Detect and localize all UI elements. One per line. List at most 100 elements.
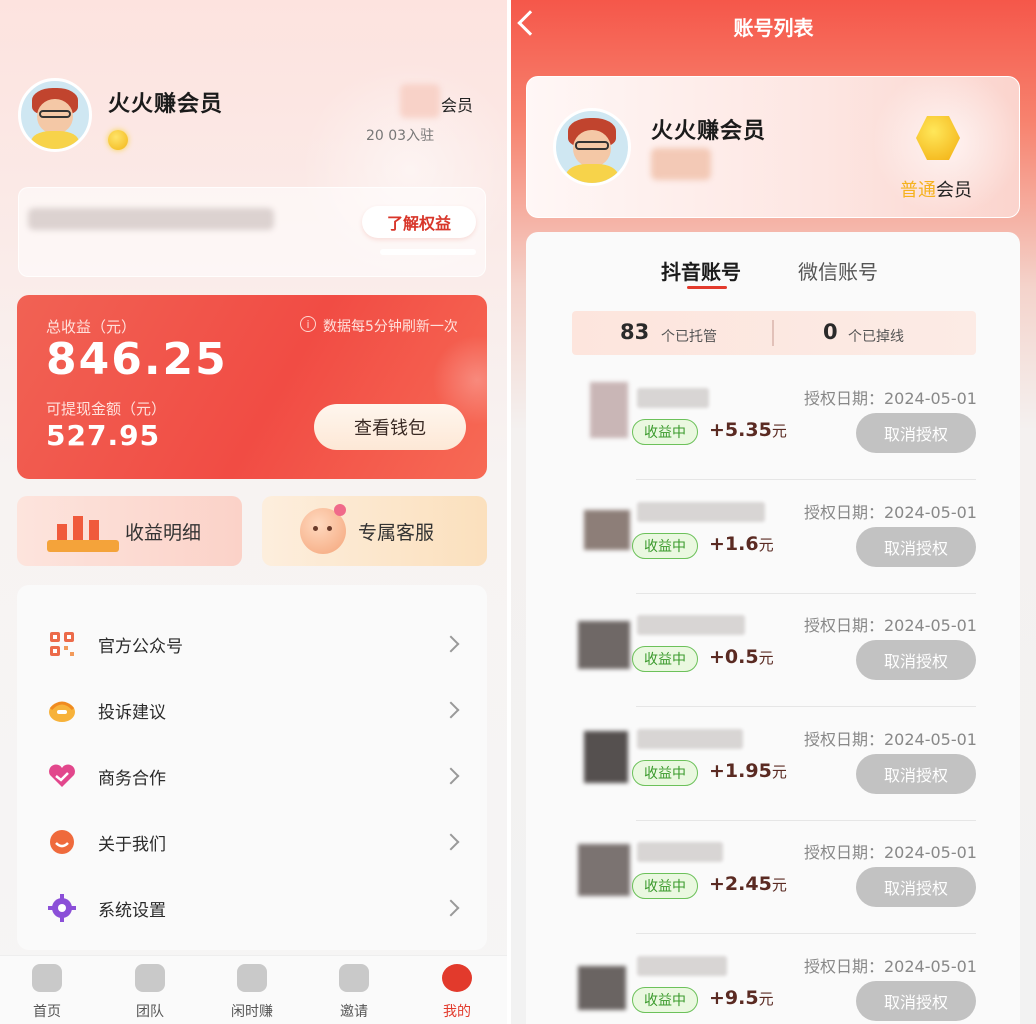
account-name-blur	[637, 729, 743, 749]
page-title: 账号列表	[733, 16, 814, 40]
account-name-blur	[637, 502, 765, 522]
menu-item-feedback[interactable]: 投诉建议	[17, 677, 487, 743]
info-icon: i	[300, 316, 316, 332]
chart-bar-icon	[47, 512, 119, 552]
chevron-right-icon	[442, 899, 460, 917]
cancel-auth-button[interactable]: 取消授权	[856, 413, 976, 453]
menu-label: 商务合作	[98, 768, 166, 789]
auth-date: 授权日期：2024-05-01	[804, 957, 977, 976]
service-mascot-icon	[300, 504, 346, 554]
auth-date: 授权日期：2024-05-01	[804, 730, 977, 749]
total-earnings-value: 846.25	[46, 334, 228, 385]
withdrawable-value: 527.95	[46, 419, 161, 452]
gear-icon	[47, 893, 77, 923]
menu-label: 官方公众号	[98, 636, 183, 657]
tab-wechat[interactable]: 微信账号	[798, 256, 878, 285]
amount: +0.5元	[709, 646, 774, 668]
earnings-detail-tile[interactable]: 收益明细	[17, 496, 242, 566]
list-item: 授权日期：2024-05-01 收益中 +0.5元 取消授权	[526, 595, 1020, 707]
menu-item-about[interactable]: 关于我们	[17, 809, 487, 875]
menu-label: 系统设置	[98, 900, 166, 921]
cancel-auth-button[interactable]: 取消授权	[856, 981, 976, 1021]
status-badge: 收益中	[632, 533, 698, 559]
chevron-right-icon	[442, 635, 460, 653]
benefits-progress	[380, 249, 476, 255]
headset-icon	[47, 695, 77, 725]
auth-date: 授权日期：2024-05-01	[804, 616, 977, 635]
list-item: 授权日期：2024-05-01 收益中 +9.5元 取消授权	[526, 936, 1020, 1024]
bag-icon	[237, 964, 267, 992]
account-name-blur	[637, 615, 745, 635]
envelope-icon	[339, 964, 369, 992]
cancel-auth-button[interactable]: 取消授权	[856, 640, 976, 680]
menu-label: 投诉建议	[98, 702, 166, 723]
screen: 火火赚会员 会员 20 03入驻 了解权益 总收益（元） i 数据每5分钟刷新一…	[0, 0, 1036, 1024]
account-thumb	[584, 731, 628, 783]
list-item: 授权日期：2024-05-01 收益中 +1.6元 取消授权	[526, 482, 1020, 594]
menu-label: 关于我们	[98, 834, 166, 855]
account-thumb	[578, 966, 626, 1010]
chevron-right-icon	[442, 701, 460, 719]
auth-date: 授权日期：2024-05-01	[804, 389, 977, 408]
tab-douyin[interactable]: 抖音账号	[661, 256, 741, 285]
tab-invite[interactable]: 邀请	[324, 964, 384, 1024]
vip-badge-icon	[108, 130, 128, 150]
earnings-detail-label: 收益明细	[125, 522, 202, 544]
account-name-blur	[637, 842, 723, 862]
dropped-count: 0	[823, 320, 838, 344]
status-badge: 收益中	[632, 419, 698, 445]
amount: +1.95元	[709, 760, 787, 782]
account-name: 火火赚会员	[651, 119, 767, 144]
refresh-note: 数据每5分钟刷新一次	[323, 319, 458, 335]
withdrawable-label: 可提现金额（元）	[46, 400, 167, 418]
menu-item-settings[interactable]: 系统设置	[17, 875, 487, 941]
list-item: 授权日期：2024-05-01 收益中 +2.45元 取消授权	[526, 822, 1020, 934]
qrcode-icon	[47, 629, 77, 659]
status-badge: 收益中	[632, 873, 698, 899]
cancel-auth-button[interactable]: 取消授权	[856, 867, 976, 907]
auth-date: 授权日期：2024-05-01	[804, 843, 977, 862]
tab-idle-earn[interactable]: 闲时赚	[222, 964, 282, 1024]
avatar[interactable]	[18, 78, 92, 152]
account-thumb	[584, 510, 630, 550]
stats-bar: 83 个已托管 0 个已掉线	[572, 311, 976, 355]
account-id-blur	[651, 148, 711, 180]
account-thumb	[578, 621, 630, 669]
join-date: 20 03入驻	[366, 128, 435, 144]
chevron-right-icon	[442, 833, 460, 851]
tab-mine[interactable]: 我的	[427, 964, 487, 1024]
cancel-auth-button[interactable]: 取消授权	[856, 754, 976, 794]
account-name-blur	[637, 956, 727, 976]
account-tier: 普通会员	[900, 180, 972, 201]
customer-service-label: 专属客服	[358, 522, 435, 544]
cancel-auth-button[interactable]: 取消授权	[856, 527, 976, 567]
account-thumb	[590, 382, 628, 438]
home-icon	[32, 964, 62, 992]
menu-item-official-account[interactable]: 官方公众号	[17, 611, 487, 677]
handshake-icon	[47, 761, 77, 791]
menu-item-business[interactable]: 商务合作	[17, 743, 487, 809]
amount: +9.5元	[709, 987, 774, 1009]
tier-blur	[400, 84, 440, 118]
view-wallet-button[interactable]: 查看钱包	[314, 404, 466, 450]
account-avatar	[553, 108, 631, 186]
bottom-tab-bar: 首页 团队 闲时赚 邀请 我的	[0, 955, 507, 1024]
dropped-label: 个已掉线	[848, 329, 904, 345]
chat-bubble-icon	[47, 827, 77, 857]
account-name-blur	[637, 388, 709, 408]
account-thumb	[578, 844, 630, 896]
customer-service-tile[interactable]: 专属客服	[262, 496, 487, 566]
user-name: 火火赚会员	[108, 92, 224, 117]
list-item: 授权日期：2024-05-01 收益中 +5.35元 取消授权	[526, 368, 1020, 480]
tab-label: 团队	[136, 1004, 164, 1020]
tab-home[interactable]: 首页	[17, 964, 77, 1024]
profile-page: 火火赚会员 会员 20 03入驻 了解权益 总收益（元） i 数据每5分钟刷新一…	[0, 0, 507, 1024]
status-badge: 收益中	[632, 760, 698, 786]
tab-team[interactable]: 团队	[120, 964, 180, 1024]
amount: +1.6元	[709, 533, 774, 555]
learn-benefits-button[interactable]: 了解权益	[362, 206, 476, 238]
status-badge: 收益中	[632, 646, 698, 672]
tab-label: 邀请	[340, 1004, 368, 1020]
tab-label: 我的	[443, 1004, 471, 1020]
amount: +2.45元	[709, 873, 787, 895]
